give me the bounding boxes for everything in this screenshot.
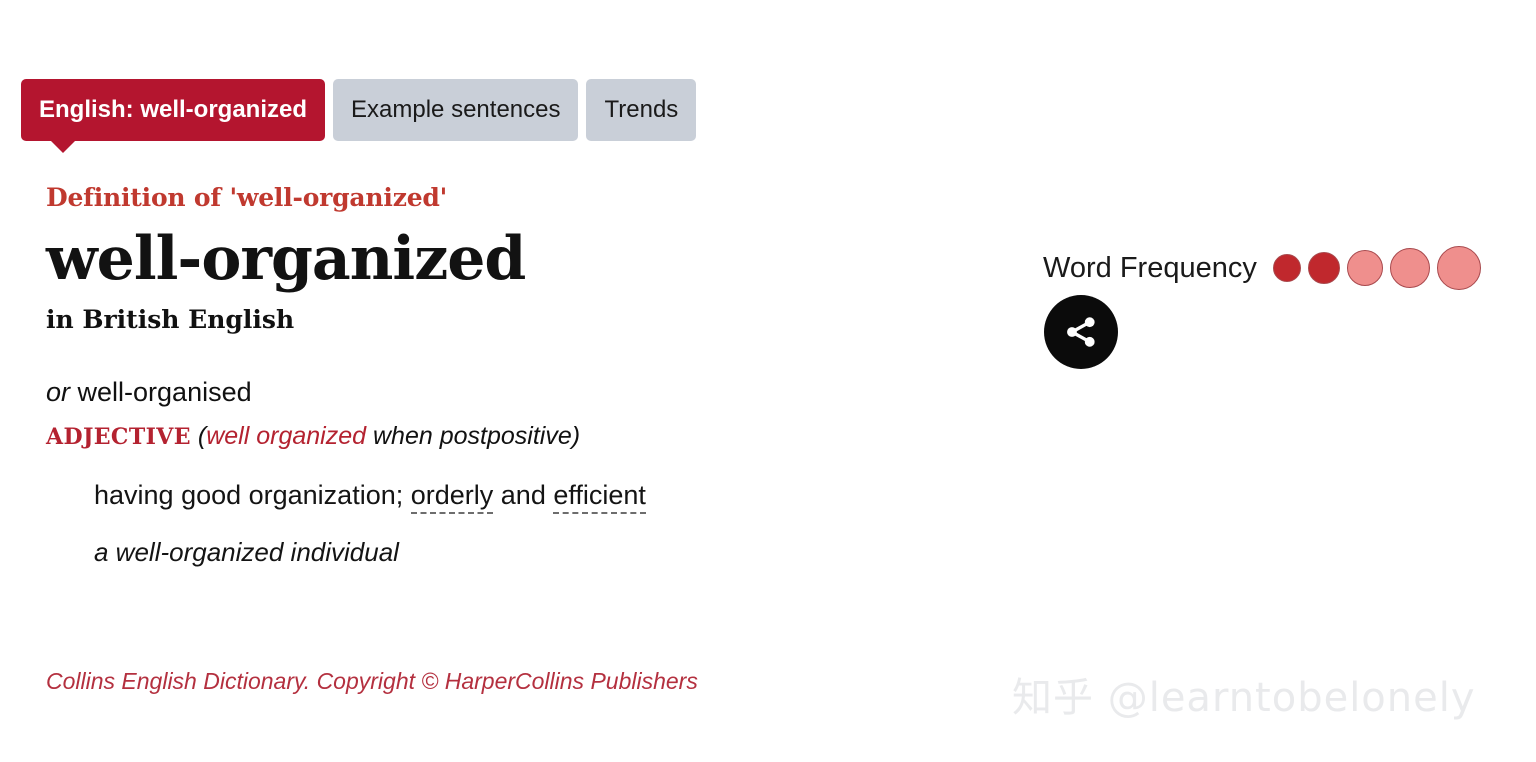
tab-bar: English: well-organized Example sentence… <box>21 79 697 153</box>
part-of-speech-line: ADJECTIVE (well organized when postposit… <box>46 420 866 453</box>
word-frequency-dots[interactable] <box>1272 246 1481 290</box>
tab-example-sentences[interactable]: Example sentences <box>333 79 579 141</box>
tab-trends[interactable]: Trends <box>586 79 697 141</box>
share-button[interactable] <box>1044 295 1118 369</box>
word-frequency-label: Word Frequency <box>1043 251 1257 284</box>
part-of-speech-tag: ADJECTIVE <box>46 423 191 450</box>
sense-text-before: having good organization; <box>94 480 411 511</box>
tab-label: English: well-organized <box>39 95 308 123</box>
frequency-dot-2 <box>1307 252 1340 284</box>
tab-english-well-organized[interactable]: English: well-organized <box>21 79 326 153</box>
sense-link-orderly[interactable]: orderly <box>410 480 494 515</box>
frequency-dot-3 <box>1346 250 1383 286</box>
tab-label: Example sentences <box>351 95 561 123</box>
headword: well-organized <box>46 224 526 294</box>
variant-line: or well-organised <box>46 376 866 410</box>
sense-definition: having good organization; orderly and ef… <box>94 478 866 515</box>
watermark: 知乎 @learntobelonely <box>1012 675 1476 721</box>
sense-example: a well-organized individual <box>94 536 399 567</box>
definition-panel: Definition of 'well-organized' well-orga… <box>46 183 866 569</box>
part-of-speech-note: (well organized when postpositive) <box>198 422 580 450</box>
note-red-phrase: well organized <box>206 421 367 450</box>
note-close-paren: ) <box>571 421 581 450</box>
sense-block: having good organization; orderly and ef… <box>94 478 866 569</box>
frequency-dot-5 <box>1436 246 1481 290</box>
share-icon <box>1067 317 1095 347</box>
tab-label: Trends <box>604 95 679 123</box>
copyright-line: Collins English Dictionary. Copyright © … <box>46 668 698 694</box>
variant-word: well-organised <box>77 377 252 408</box>
language-label: in British English <box>46 305 295 335</box>
sense-link-efficient[interactable]: efficient <box>553 480 646 515</box>
sense-text-middle: and <box>493 480 554 511</box>
word-frequency-panel: Word Frequency <box>1043 246 1481 290</box>
frequency-dot-1 <box>1272 254 1301 282</box>
variant-prefix: or <box>46 377 71 408</box>
frequency-dot-4 <box>1389 248 1430 288</box>
note-rest: when postpositive <box>366 421 572 450</box>
definition-heading: Definition of 'well-organized' <box>46 183 448 212</box>
note-open-paren: ( <box>197 421 207 450</box>
